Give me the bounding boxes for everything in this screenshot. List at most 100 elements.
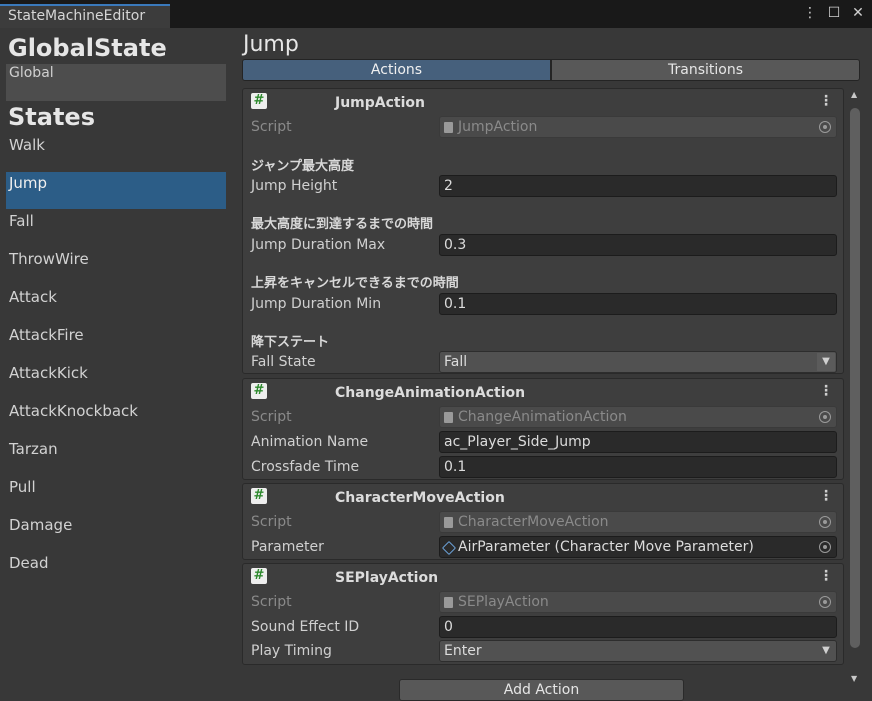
field-value: SEPlayAction	[458, 594, 549, 610]
jump-duration-max-input[interactable]: 0.3	[439, 234, 837, 256]
field-label: Jump Duration Max	[251, 237, 386, 253]
crossfade-time-row: Crossfade Time 0.1	[251, 456, 841, 479]
script-hash-icon: #	[251, 383, 267, 399]
se-play-action-panel: # SEPlayAction ⋮ Script SEPlayAction Sou…	[242, 563, 844, 665]
field-label: Sound Effect ID	[251, 619, 360, 635]
panel-title: ChangeAnimationAction	[335, 385, 526, 401]
window-titlebar: StateMachineEditor ⋮ ☐ ✕	[0, 0, 872, 28]
change-animation-action-panel: # ChangeAnimationAction ⋮ Script ChangeA…	[242, 378, 844, 480]
page-title: Jump	[243, 32, 299, 57]
fall-state-row: Fall State Fall ▼	[251, 351, 841, 374]
field-value: AirParameter (Character Move Parameter)	[458, 539, 754, 555]
state-item-jump[interactable]: Jump	[6, 172, 226, 209]
state-item-attackkick[interactable]: AttackKick	[6, 362, 226, 399]
script-row: Script SEPlayAction	[251, 591, 841, 614]
jump-duration-max-row: Jump Duration Max 0.3	[251, 234, 841, 257]
scrollbar-thumb[interactable]	[850, 108, 860, 648]
script-field: SEPlayAction	[439, 591, 837, 613]
editor-tab[interactable]: StateMachineEditor	[0, 4, 170, 28]
panel-title: CharacterMoveAction	[335, 490, 505, 506]
maximize-icon[interactable]: ☐	[826, 5, 842, 21]
object-picker-icon[interactable]	[819, 541, 831, 553]
states-sidebar: GlobalState Global States Walk Jump Fall Th…	[0, 28, 234, 695]
object-picker-icon[interactable]	[819, 596, 831, 608]
script-file-icon	[444, 122, 453, 133]
field-label: Script	[251, 119, 292, 135]
scriptable-object-icon	[441, 540, 457, 556]
state-item-attack[interactable]: Attack	[6, 286, 226, 323]
dropdown-caret-icon: ▼	[822, 645, 830, 656]
field-header: ジャンプ最大高度	[251, 159, 354, 174]
play-timing-dropdown[interactable]: Enter ▼	[439, 640, 837, 662]
object-picker-icon[interactable]	[819, 411, 831, 423]
object-picker-icon[interactable]	[819, 121, 831, 133]
field-value: CharacterMoveAction	[458, 514, 609, 530]
kebab-menu-icon[interactable]: ⋮	[819, 568, 833, 584]
crossfade-time-input[interactable]: 0.1	[439, 456, 837, 478]
field-label: Parameter	[251, 539, 324, 555]
object-picker-icon[interactable]	[819, 516, 831, 528]
parameter-object-field[interactable]: AirParameter (Character Move Parameter)	[439, 536, 837, 558]
animation-name-row: Animation Name ac_Player_Side_Jump	[251, 431, 841, 454]
kebab-menu-icon[interactable]: ⋮	[802, 5, 818, 21]
tab-actions[interactable]: Actions	[242, 59, 551, 81]
script-field: CharacterMoveAction	[439, 511, 837, 533]
jump-duration-min-row: Jump Duration Min 0.1	[251, 293, 841, 316]
jump-action-panel: # JumpAction ⋮ Script JumpAction ジャンプ最大高…	[242, 88, 844, 374]
field-header: 最大高度に到達するまでの時間	[251, 217, 434, 232]
vertical-scrollbar[interactable]: ▲ ▼	[847, 88, 861, 688]
script-row: Script JumpAction	[251, 116, 841, 139]
script-field: JumpAction	[439, 116, 837, 138]
state-item-dead[interactable]: Dead	[6, 552, 226, 589]
script-field: ChangeAnimationAction	[439, 406, 837, 428]
add-action-button[interactable]: Add Action	[399, 679, 684, 701]
state-item-fall[interactable]: Fall	[6, 210, 226, 247]
field-header: 降下ステート	[251, 335, 330, 350]
kebab-menu-icon[interactable]: ⋮	[819, 383, 833, 399]
state-item-attackfire[interactable]: AttackFire	[6, 324, 226, 361]
state-item-walk[interactable]: Walk	[6, 134, 226, 171]
global-state-header: GlobalState	[8, 34, 167, 62]
parameter-row: Parameter AirParameter (Character Move P…	[251, 536, 841, 559]
state-item-tarzan[interactable]: Tarzan	[6, 438, 226, 475]
script-hash-icon: #	[251, 568, 267, 584]
field-label: Script	[251, 409, 292, 425]
scroll-down-icon[interactable]: ▼	[851, 674, 857, 683]
script-row: Script CharacterMoveAction	[251, 511, 841, 534]
panel-title: JumpAction	[335, 95, 425, 111]
field-label: Jump Duration Min	[251, 296, 382, 312]
character-move-action-panel: # CharacterMoveAction ⋮ Script Character…	[242, 483, 844, 560]
kebab-menu-icon[interactable]: ⋮	[819, 93, 833, 109]
tab-bar: Actions Transitions	[242, 59, 860, 81]
field-label: Crossfade Time	[251, 459, 360, 475]
jump-height-row: Jump Height 2	[251, 175, 841, 198]
sound-effect-id-input[interactable]: 0	[439, 616, 837, 638]
global-state-field[interactable]: Global	[6, 64, 226, 101]
script-row: Script ChangeAnimationAction	[251, 406, 841, 429]
jump-height-input[interactable]: 2	[439, 175, 837, 197]
field-label: Fall State	[251, 354, 316, 370]
main-panel: Jump Actions Transitions # JumpAction ⋮ …	[234, 28, 872, 701]
field-value: Enter	[444, 643, 482, 659]
state-item-throwwire[interactable]: ThrowWire	[6, 248, 226, 285]
state-item-pull[interactable]: Pull	[6, 476, 226, 513]
jump-duration-min-input[interactable]: 0.1	[439, 293, 837, 315]
field-header: 上昇をキャンセルできるまでの時間	[251, 276, 459, 291]
field-label: Animation Name	[251, 434, 369, 450]
script-file-icon	[444, 517, 453, 528]
field-value: JumpAction	[458, 119, 538, 135]
field-value: ChangeAnimationAction	[458, 409, 627, 425]
tab-transitions[interactable]: Transitions	[551, 59, 860, 81]
animation-name-input[interactable]: ac_Player_Side_Jump	[439, 431, 837, 453]
state-item-attackknockback[interactable]: AttackKnockback	[6, 400, 226, 437]
close-icon[interactable]: ✕	[850, 5, 866, 21]
script-file-icon	[444, 412, 453, 423]
script-hash-icon: #	[251, 93, 267, 109]
sound-effect-id-row: Sound Effect ID 0	[251, 616, 841, 639]
state-item-damage[interactable]: Damage	[6, 514, 226, 551]
kebab-menu-icon[interactable]: ⋮	[819, 488, 833, 504]
scroll-up-icon[interactable]: ▲	[851, 90, 857, 99]
dropdown-caret-icon: ▼	[817, 353, 835, 371]
script-file-icon	[444, 597, 453, 608]
fall-state-dropdown[interactable]: Fall ▼	[439, 351, 837, 373]
